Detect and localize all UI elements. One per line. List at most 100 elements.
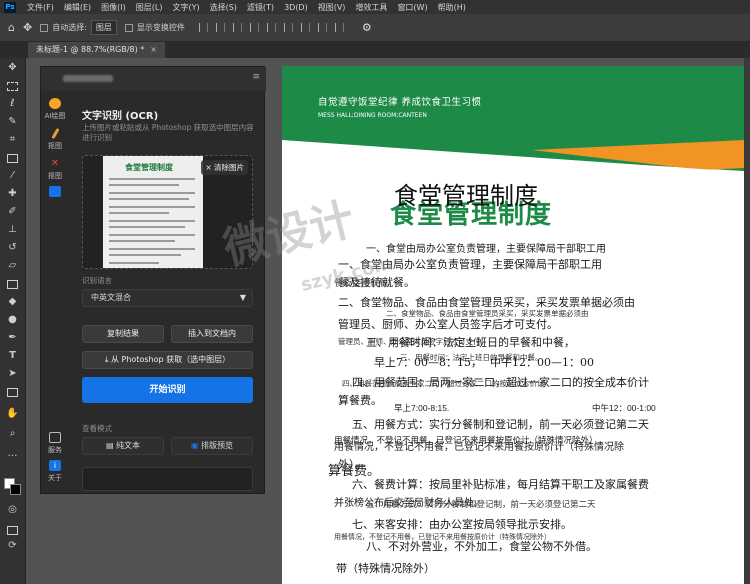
lasso-tool-icon[interactable]: ℓ (6, 98, 19, 110)
quick-select-tool-icon[interactable]: ✎ (6, 116, 19, 128)
align-middle-icon[interactable] (266, 23, 276, 32)
auto-select-checkbox[interactable] (40, 23, 49, 32)
menu-view[interactable]: 视图(V) (313, 2, 351, 13)
view-layout-preview-label: 排版预览 (201, 441, 234, 450)
plugin-side-nav: AI绘图 抠图 ✕ 抠图 服务 i 关于 (40, 94, 70, 494)
doc-line-3d: 中午12：00—1：00 (490, 356, 594, 369)
chevron-down-icon: ▼ (239, 293, 246, 302)
hand-tool-icon[interactable]: ✋ (6, 408, 19, 420)
panel-title: 文字识别 (OCR) (82, 111, 159, 122)
marquee-tool-icon[interactable] (7, 82, 18, 91)
nav-about[interactable]: i 关于 (40, 460, 70, 483)
thumbnail-line (109, 178, 195, 180)
doc-line-6c: 五、用餐方式：实行分餐制和登记制，前一天必须登记第二天 (366, 499, 596, 509)
more-tools-icon[interactable]: … (6, 448, 19, 460)
menu-type[interactable]: 文字(Y) (167, 2, 204, 13)
auto-select-label: 自动选择: (52, 23, 87, 32)
brush-tool-icon[interactable]: ✐ (6, 206, 19, 218)
view-layout-preview-button[interactable]: ▣ 排版预览 (171, 437, 253, 455)
zoom-tool-icon[interactable]: ⌕ (6, 428, 19, 440)
get-from-photoshop-button[interactable]: ⤓ 从 Photoshop 获取（选中图层） (82, 351, 253, 369)
menu-image[interactable]: 图像(I) (96, 2, 131, 13)
rotate-view-icon[interactable]: ⟳ (6, 540, 19, 552)
nav-cutout-label: 抠图 (48, 142, 62, 150)
distribute-v-icon[interactable] (334, 23, 344, 32)
background-color-swatch[interactable] (10, 484, 21, 495)
thumbnail-line (109, 240, 175, 242)
doc-line-4c: 算餐费。 (338, 394, 382, 407)
gear-icon[interactable]: ⚙ (362, 21, 372, 34)
menu-window[interactable]: 窗口(W) (392, 2, 432, 13)
thumbnail-line (109, 234, 195, 236)
align-buttons (198, 23, 344, 32)
align-center-icon[interactable] (215, 23, 225, 32)
panel-menu-icon[interactable]: ≡ (252, 72, 260, 82)
menu-layer[interactable]: 图层(L) (131, 2, 168, 13)
align-left-icon[interactable] (198, 23, 208, 32)
doc-line-8b: 带（特殊情况除外） (336, 562, 435, 575)
doc-line-4d: 早上7:00-8:15. (394, 403, 450, 413)
nav-ai-draw-label: AI绘图 (44, 112, 66, 120)
doc-line-7a: 七、来客安排：由办公室按局领导批示安排。 (352, 518, 572, 531)
language-select[interactable]: 中英文混合 ▼ (82, 289, 253, 307)
pen-tool-icon[interactable]: ✒ (6, 332, 19, 344)
align-bottom-icon[interactable] (283, 23, 293, 32)
close-tab-icon[interactable]: × (150, 45, 157, 54)
crop-tool-icon[interactable]: ⌗ (6, 134, 19, 146)
nav-service[interactable]: 服务 (40, 432, 70, 455)
start-recognition-button[interactable]: 开始识别 (82, 377, 253, 403)
insert-to-document-button[interactable]: 插入到文档内 (171, 325, 253, 343)
thumbnail-line (109, 226, 185, 228)
frame-tool-icon[interactable] (7, 154, 18, 163)
view-plain-text-button[interactable]: ▤ 纯文本 (82, 437, 164, 455)
nav-ocr[interactable] (40, 186, 70, 199)
history-brush-tool-icon[interactable]: ↺ (6, 242, 19, 254)
menu-3d[interactable]: 3D(D) (279, 3, 313, 12)
language-select-value: 中英文混合 (91, 293, 131, 302)
dodge-tool-icon[interactable]: ● (6, 314, 19, 326)
remove-image-button[interactable]: × 清除图片 (201, 160, 248, 175)
thumbnail-line (109, 206, 195, 208)
nav-about-label: 关于 (48, 474, 62, 482)
menu-edit[interactable]: 编辑(E) (59, 2, 96, 13)
quick-mask-icon[interactable]: ◎ (6, 504, 19, 516)
doc-line-5c: 用餐情况，不登记不用餐，已登记不来用餐按原价计（特殊情况除 (334, 442, 624, 453)
menu-plugins[interactable]: 增效工具 (350, 2, 392, 13)
copy-result-button[interactable]: 复制结果 (82, 325, 164, 343)
blur-tool-icon[interactable]: ◆ (6, 296, 19, 308)
align-top-icon[interactable] (249, 23, 259, 32)
menu-select[interactable]: 选择(S) (205, 2, 242, 13)
menu-bar: Ps 文件(F) 编辑(E) 图像(I) 图层(L) 文字(Y) 选择(S) 滤… (0, 0, 750, 14)
nav-cutout[interactable]: 抠图 (40, 127, 70, 151)
eraser-tool-icon[interactable]: ▱ (6, 260, 19, 272)
clone-stamp-tool-icon[interactable]: ⊥ (6, 224, 19, 236)
move-tool-icon[interactable]: ✥ (6, 62, 19, 74)
home-icon[interactable]: ⌂ (8, 21, 15, 34)
screen-mode-icon[interactable] (7, 526, 18, 535)
cross-icon: ✕ (50, 158, 60, 169)
show-transform-label: 显示变换控件 (136, 23, 185, 32)
gradient-tool-icon[interactable] (7, 280, 18, 289)
result-output-box[interactable] (82, 467, 253, 491)
thumbnail-title: 食堂管理制度 (125, 163, 173, 172)
nav-cutout-2[interactable]: ✕ 抠图 (40, 158, 70, 181)
eyedropper-tool-icon[interactable]: ⁄ (6, 170, 19, 182)
show-transform-checkbox[interactable] (124, 23, 133, 32)
path-select-tool-icon[interactable]: ➤ (6, 368, 19, 380)
rectangle-tool-icon[interactable] (7, 388, 18, 397)
nav-ai-draw[interactable]: AI绘图 (40, 98, 70, 121)
document-canvas[interactable]: 自觉遵守饭堂纪律 养成饮食卫生习惯 MESS HALL;DINING ROOM;… (282, 66, 744, 584)
auto-select-dropdown[interactable]: 图层 (90, 20, 117, 35)
distribute-icon[interactable] (300, 23, 310, 32)
distribute-h-icon[interactable] (317, 23, 327, 32)
document-tab[interactable]: 未标题-1 @ 88.7%(RGB/8) * × (28, 42, 165, 58)
align-right-icon[interactable] (232, 23, 242, 32)
type-tool-icon[interactable]: T (6, 350, 19, 362)
menu-filter[interactable]: 滤镜(T) (242, 2, 279, 13)
menu-help[interactable]: 帮助(H) (433, 2, 471, 13)
menu-file[interactable]: 文件(F) (22, 2, 59, 13)
nav-service-label: 服务 (48, 446, 62, 454)
vertical-scrollbar[interactable] (744, 58, 750, 584)
healing-brush-tool-icon[interactable]: ✚ (6, 188, 19, 200)
move-tool-icon[interactable]: ✥ (23, 21, 32, 34)
